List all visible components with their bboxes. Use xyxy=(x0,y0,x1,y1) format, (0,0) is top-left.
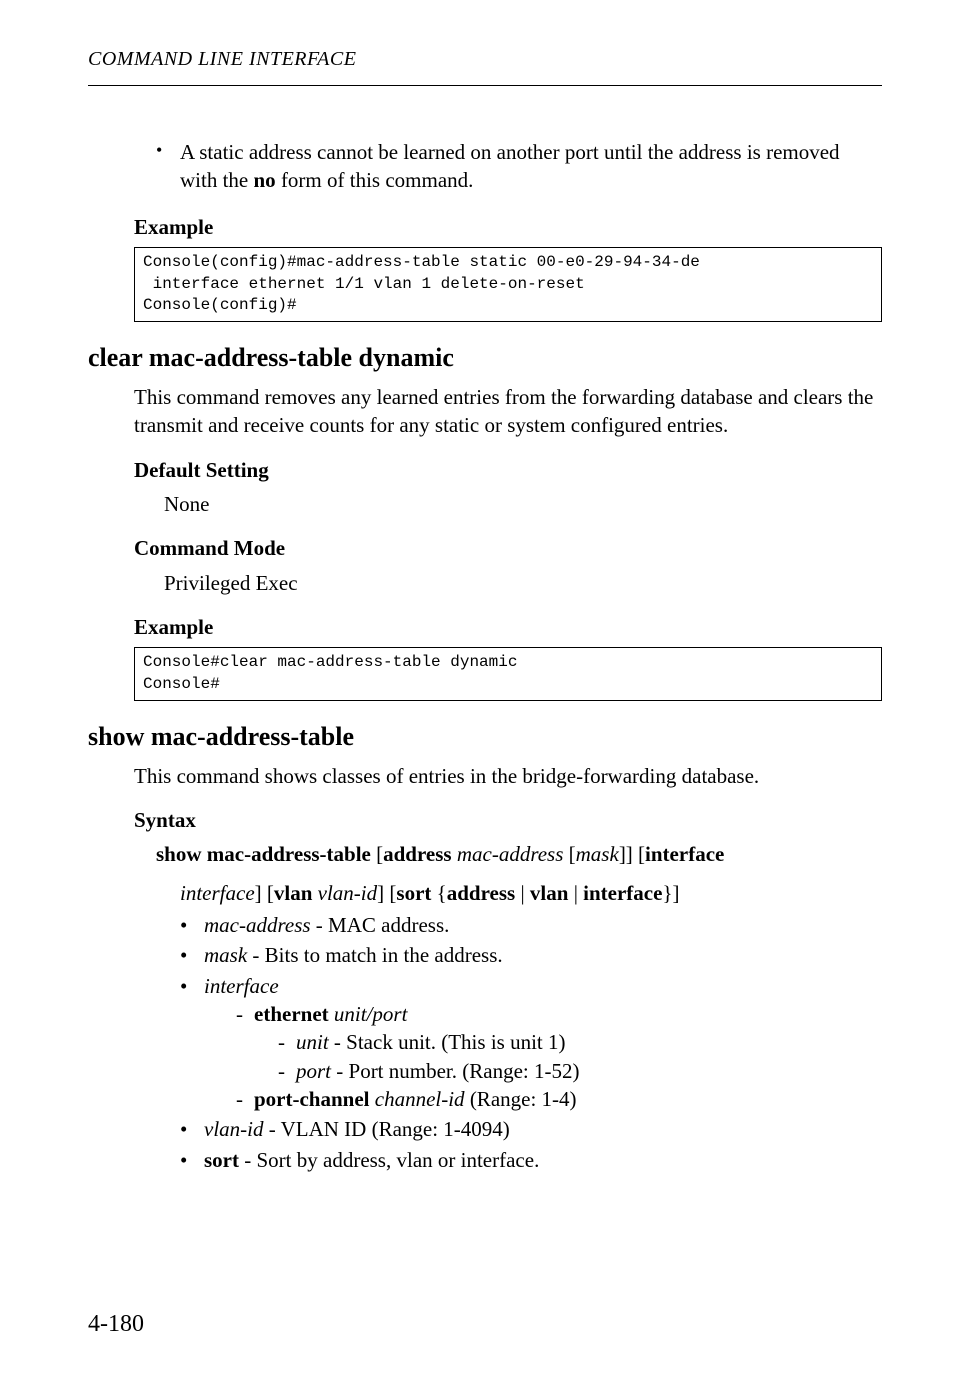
param-ethernet: ethernet unit/port unit - Stack unit. (T… xyxy=(236,1000,882,1085)
param-name: mask xyxy=(204,943,247,967)
text: form of this command. xyxy=(276,168,474,192)
param-name: interface xyxy=(204,974,279,998)
command-mode-heading: Command Mode xyxy=(134,534,882,562)
page-number: 4-180 xyxy=(88,1308,144,1340)
kw-address2: address xyxy=(447,881,515,905)
top-bullet: • A static address cannot be learned on … xyxy=(156,138,882,195)
param-name: vlan-id xyxy=(204,1117,263,1141)
arg-port: port xyxy=(372,1002,407,1026)
syntax-line1: show mac-address-table [address mac-addr… xyxy=(156,840,882,868)
code-block: Console#clear mac-address-table dynamic … xyxy=(134,647,882,700)
param-desc: - Stack unit. (This is unit 1) xyxy=(329,1030,566,1054)
kw-interface2: interface xyxy=(583,881,662,905)
kw-interface: interface xyxy=(645,842,724,866)
arg-unit: unit xyxy=(334,1002,367,1026)
bullet-content: A static address cannot be learned on an… xyxy=(180,138,882,195)
kw-port-channel: port-channel xyxy=(254,1087,370,1111)
syntax-line2: interface] [vlan vlan-id] [sort {address… xyxy=(180,879,882,907)
example-heading: Example xyxy=(134,613,882,641)
kw-vlan: vlan xyxy=(274,881,313,905)
cmd: show mac-address-table xyxy=(156,842,371,866)
kw-sort: sort xyxy=(396,881,431,905)
keyword-no: no xyxy=(254,168,276,192)
running-header: COMMAND LINE INTERFACE xyxy=(88,46,882,73)
param-desc: - Bits to match in the address. xyxy=(247,943,502,967)
param-vlan-id: vlan-id - VLAN ID (Range: 1-4094) xyxy=(180,1115,882,1143)
param-desc: - MAC address. xyxy=(311,913,450,937)
section-title-show: show mac-address-table xyxy=(88,719,882,754)
txt: [ xyxy=(371,842,383,866)
param-desc: - Port number. (Range: 1-52) xyxy=(331,1059,579,1083)
bullet-dot: • xyxy=(156,138,180,195)
param-unit: unit - Stack unit. (This is unit 1) xyxy=(278,1028,882,1056)
txt: | xyxy=(568,881,583,905)
section-para: This command shows classes of entries in… xyxy=(134,762,882,790)
txt: ] [ xyxy=(255,881,274,905)
txt: ]] [ xyxy=(619,842,645,866)
section-title-clear: clear mac-address-table dynamic xyxy=(88,340,882,375)
kw-address: address xyxy=(383,842,451,866)
txt: ] [ xyxy=(377,881,396,905)
arg-channel-id: channel-id xyxy=(375,1087,465,1111)
default-setting-value: None xyxy=(164,490,882,518)
param-mask: mask - Bits to match in the address. xyxy=(180,941,882,969)
param-name: sort xyxy=(204,1148,239,1172)
param-name: port xyxy=(296,1059,331,1083)
param-desc: - Sort by address, vlan or interface. xyxy=(239,1148,539,1172)
default-setting-heading: Default Setting xyxy=(134,456,882,484)
param-interface: interface ethernet unit/port unit - Stac… xyxy=(180,972,882,1114)
param-mac-address: mac-address - MAC address. xyxy=(180,911,882,939)
command-mode-value: Privileged Exec xyxy=(164,569,882,597)
kw-ethernet: ethernet xyxy=(254,1002,329,1026)
section-para: This command removes any learned entries… xyxy=(134,383,882,440)
ethernet-sublist: unit - Stack unit. (This is unit 1) port… xyxy=(278,1028,882,1085)
param-list: mac-address - MAC address. mask - Bits t… xyxy=(180,911,882,1174)
txt: }] xyxy=(662,881,679,905)
example-heading: Example xyxy=(134,213,882,241)
param-sort: sort - Sort by address, vlan or interfac… xyxy=(180,1146,882,1174)
interface-sublist: ethernet unit/port unit - Stack unit. (T… xyxy=(236,1000,882,1113)
kw-vlan2: vlan xyxy=(530,881,569,905)
param-port: port - Port number. (Range: 1-52) xyxy=(278,1057,882,1085)
param-desc: (Range: 1-4) xyxy=(465,1087,577,1111)
param-port-channel: port-channel channel-id (Range: 1-4) xyxy=(236,1085,882,1113)
txt: [ xyxy=(563,842,575,866)
txt: { xyxy=(431,881,446,905)
arg-vlan: vlan-id xyxy=(318,881,377,905)
param-name: mac-address xyxy=(204,913,311,937)
arg-interface: interface xyxy=(180,881,255,905)
code-block: Console(config)#mac-address-table static… xyxy=(134,247,882,322)
param-desc: - VLAN ID (Range: 1-4094) xyxy=(263,1117,509,1141)
txt: | xyxy=(515,881,530,905)
arg-mask: mask xyxy=(576,842,619,866)
syntax-heading: Syntax xyxy=(134,806,882,834)
param-name: unit xyxy=(296,1030,329,1054)
header-rule xyxy=(88,85,882,86)
arg-mac: mac-address xyxy=(457,842,564,866)
